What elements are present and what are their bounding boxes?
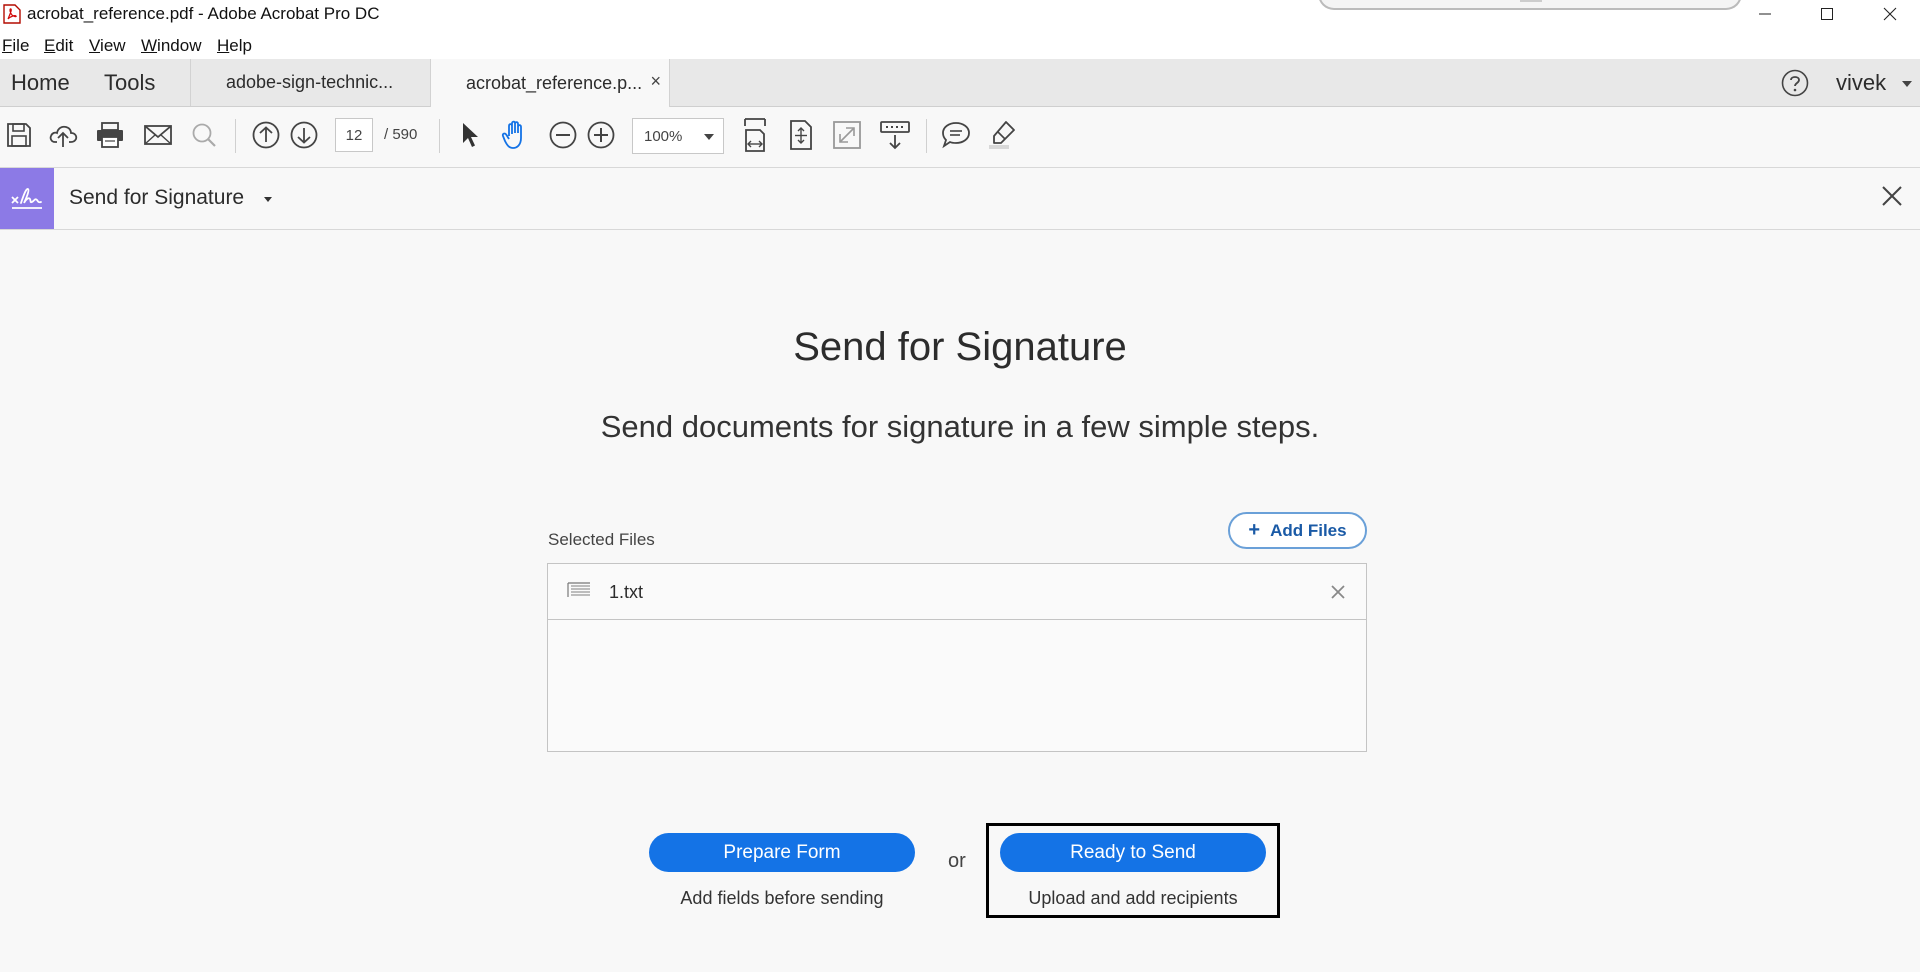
toolbar-divider (235, 119, 236, 153)
document-tab-label: adobe-sign-technic... (226, 72, 394, 92)
menu-bar: File Edit View Window Help (0, 30, 1920, 59)
menu-window[interactable]: Window (141, 36, 201, 56)
ready-to-send-button[interactable]: Ready to Send (1000, 833, 1266, 872)
add-files-button[interactable]: + Add Files (1228, 512, 1367, 549)
search-icon (192, 123, 216, 147)
cursor-arrow-icon (463, 123, 478, 147)
toolbar-divider (926, 119, 927, 153)
signature-icon (11, 187, 42, 209)
prepare-form-label: Prepare Form (723, 841, 841, 863)
window-title: acrobat_reference.pdf - Adobe Acrobat Pr… (27, 4, 380, 23)
highlighter-icon (989, 121, 1015, 149)
zoom-in-button[interactable] (583, 117, 619, 153)
hand-icon (501, 120, 522, 149)
prepare-form-button[interactable]: Prepare Form (649, 833, 915, 872)
full-screen-button[interactable] (829, 117, 865, 153)
keyboard-down-icon (880, 121, 910, 150)
menu-file[interactable]: File (2, 36, 29, 56)
zoom-out-button[interactable] (545, 117, 581, 153)
fit-width-button[interactable] (737, 117, 773, 153)
user-menu[interactable]: vivek (1836, 70, 1886, 96)
save-button[interactable] (1, 117, 37, 153)
nav-tools[interactable]: Tools (104, 70, 155, 96)
previous-page-button[interactable] (248, 117, 284, 153)
arrow-down-circle-icon (290, 121, 318, 149)
save-icon (7, 123, 31, 147)
email-button[interactable] (140, 117, 176, 153)
list-item[interactable]: 1.txt (548, 564, 1366, 620)
cloud-upload-icon (49, 125, 78, 147)
next-page-button[interactable] (286, 117, 322, 153)
fit-page-width-icon (744, 118, 766, 152)
ready-to-send-label: Ready to Send (1070, 841, 1196, 863)
close-icon (1883, 7, 1897, 21)
title-bar: acrobat_reference.pdf - Adobe Acrobat Pr… (0, 0, 1920, 30)
text-file-icon (567, 582, 590, 597)
arrow-up-circle-icon (252, 121, 280, 149)
main-toolbar: 12 / 590 100% (0, 107, 1920, 168)
send-for-signature-badge (0, 168, 54, 229)
selected-files-list: 1.txt (547, 563, 1367, 752)
prepare-form-caption: Add fields before sending (680, 888, 884, 908)
selected-files-label: Selected Files (548, 530, 655, 549)
document-tab-active[interactable]: acrobat_reference.p... × (430, 59, 670, 107)
maximize-icon (1821, 8, 1833, 20)
document-tab-label: acrobat_reference.p... (466, 72, 643, 93)
expand-icon (833, 121, 861, 149)
comment-icon (942, 122, 970, 149)
help-icon[interactable] (1781, 69, 1809, 97)
menu-edit[interactable]: Edit (44, 36, 73, 56)
print-button[interactable] (92, 117, 128, 153)
remove-file-icon[interactable] (1328, 582, 1348, 602)
printer-icon (97, 122, 123, 148)
menu-view[interactable]: View (89, 36, 126, 56)
add-files-label: Add Files (1270, 520, 1347, 540)
chevron-down-icon[interactable] (1902, 81, 1912, 87)
fit-page-button[interactable] (783, 117, 819, 153)
scrolling-mode-button[interactable] (877, 117, 913, 153)
ready-to-send-caption: Upload and add recipients (1028, 888, 1238, 908)
file-name: 1.txt (609, 582, 644, 602)
mail-icon (144, 125, 172, 145)
tool-header: Send for Signature (0, 168, 1920, 230)
zoom-out-icon (549, 121, 577, 149)
close-tab-icon[interactable]: × (650, 71, 661, 92)
tool-title-dropdown[interactable]: Send for Signature (69, 186, 244, 210)
highlight-button[interactable] (984, 117, 1020, 153)
toolbar-divider (439, 119, 440, 153)
page-number-input[interactable]: 12 (335, 118, 373, 152)
hand-tool-button[interactable] (498, 117, 534, 153)
find-button[interactable] (186, 117, 222, 153)
floating-toolbar-handle[interactable] (1318, 0, 1742, 10)
select-tool-button[interactable] (452, 117, 488, 153)
minimize-button[interactable] (1735, 0, 1795, 28)
plus-icon: + (1248, 519, 1261, 541)
chevron-down-icon[interactable] (264, 197, 272, 202)
chevron-down-icon (704, 134, 714, 140)
maximize-button[interactable] (1797, 0, 1857, 28)
menu-help[interactable]: Help (217, 36, 252, 56)
fit-page-icon (790, 120, 812, 150)
zoom-value: 100% (644, 128, 683, 145)
page-subtitle: Send documents for signature in a few si… (600, 409, 1320, 444)
close-window-button[interactable] (1860, 0, 1920, 28)
upload-button[interactable] (46, 117, 82, 153)
close-tool-icon[interactable] (1878, 182, 1906, 210)
minimize-icon (1759, 13, 1771, 15)
pdf-file-icon (3, 4, 21, 24)
page-count: / 590 (384, 126, 418, 143)
page-title: Send for Signature (793, 325, 1127, 369)
or-separator: or (948, 850, 966, 872)
comment-button[interactable] (938, 117, 974, 153)
zoom-select[interactable]: 100% (632, 118, 724, 154)
document-tab[interactable]: adobe-sign-technic... (190, 59, 430, 106)
tab-bar: Home Tools adobe-sign-technic... acrobat… (0, 59, 1920, 107)
zoom-in-icon (587, 121, 615, 149)
nav-home[interactable]: Home (11, 70, 70, 96)
